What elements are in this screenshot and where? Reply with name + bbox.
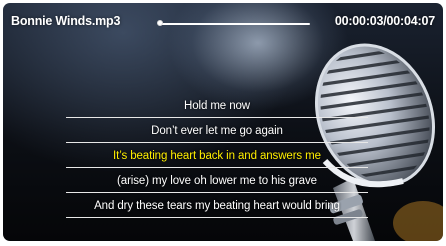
player-header: Bonnie Winds.mp3 00:00:03/00:04:07 [11, 11, 435, 31]
seek-thumb[interactable] [156, 20, 163, 26]
lyric-line: Don’t ever let me go again [66, 118, 368, 143]
track-title: Bonnie Winds.mp3 [11, 14, 121, 28]
lyric-line: And dry these tears my beating heart wou… [66, 193, 368, 218]
karaoke-player: Bonnie Winds.mp3 00:00:03/00:04:07 Hold … [3, 3, 443, 241]
lyrics-panel: Hold me now Don’t ever let me go again I… [66, 93, 368, 218]
seek-slider[interactable] [156, 17, 310, 31]
lyric-line-active: It’s beating heart back in and answers m… [66, 143, 368, 168]
seek-track[interactable] [158, 23, 310, 25]
lyric-line: Hold me now [66, 93, 368, 118]
lyric-line: (arise) my love oh lower me to his grave [66, 168, 368, 193]
time-display: 00:00:03/00:04:07 [334, 14, 435, 28]
